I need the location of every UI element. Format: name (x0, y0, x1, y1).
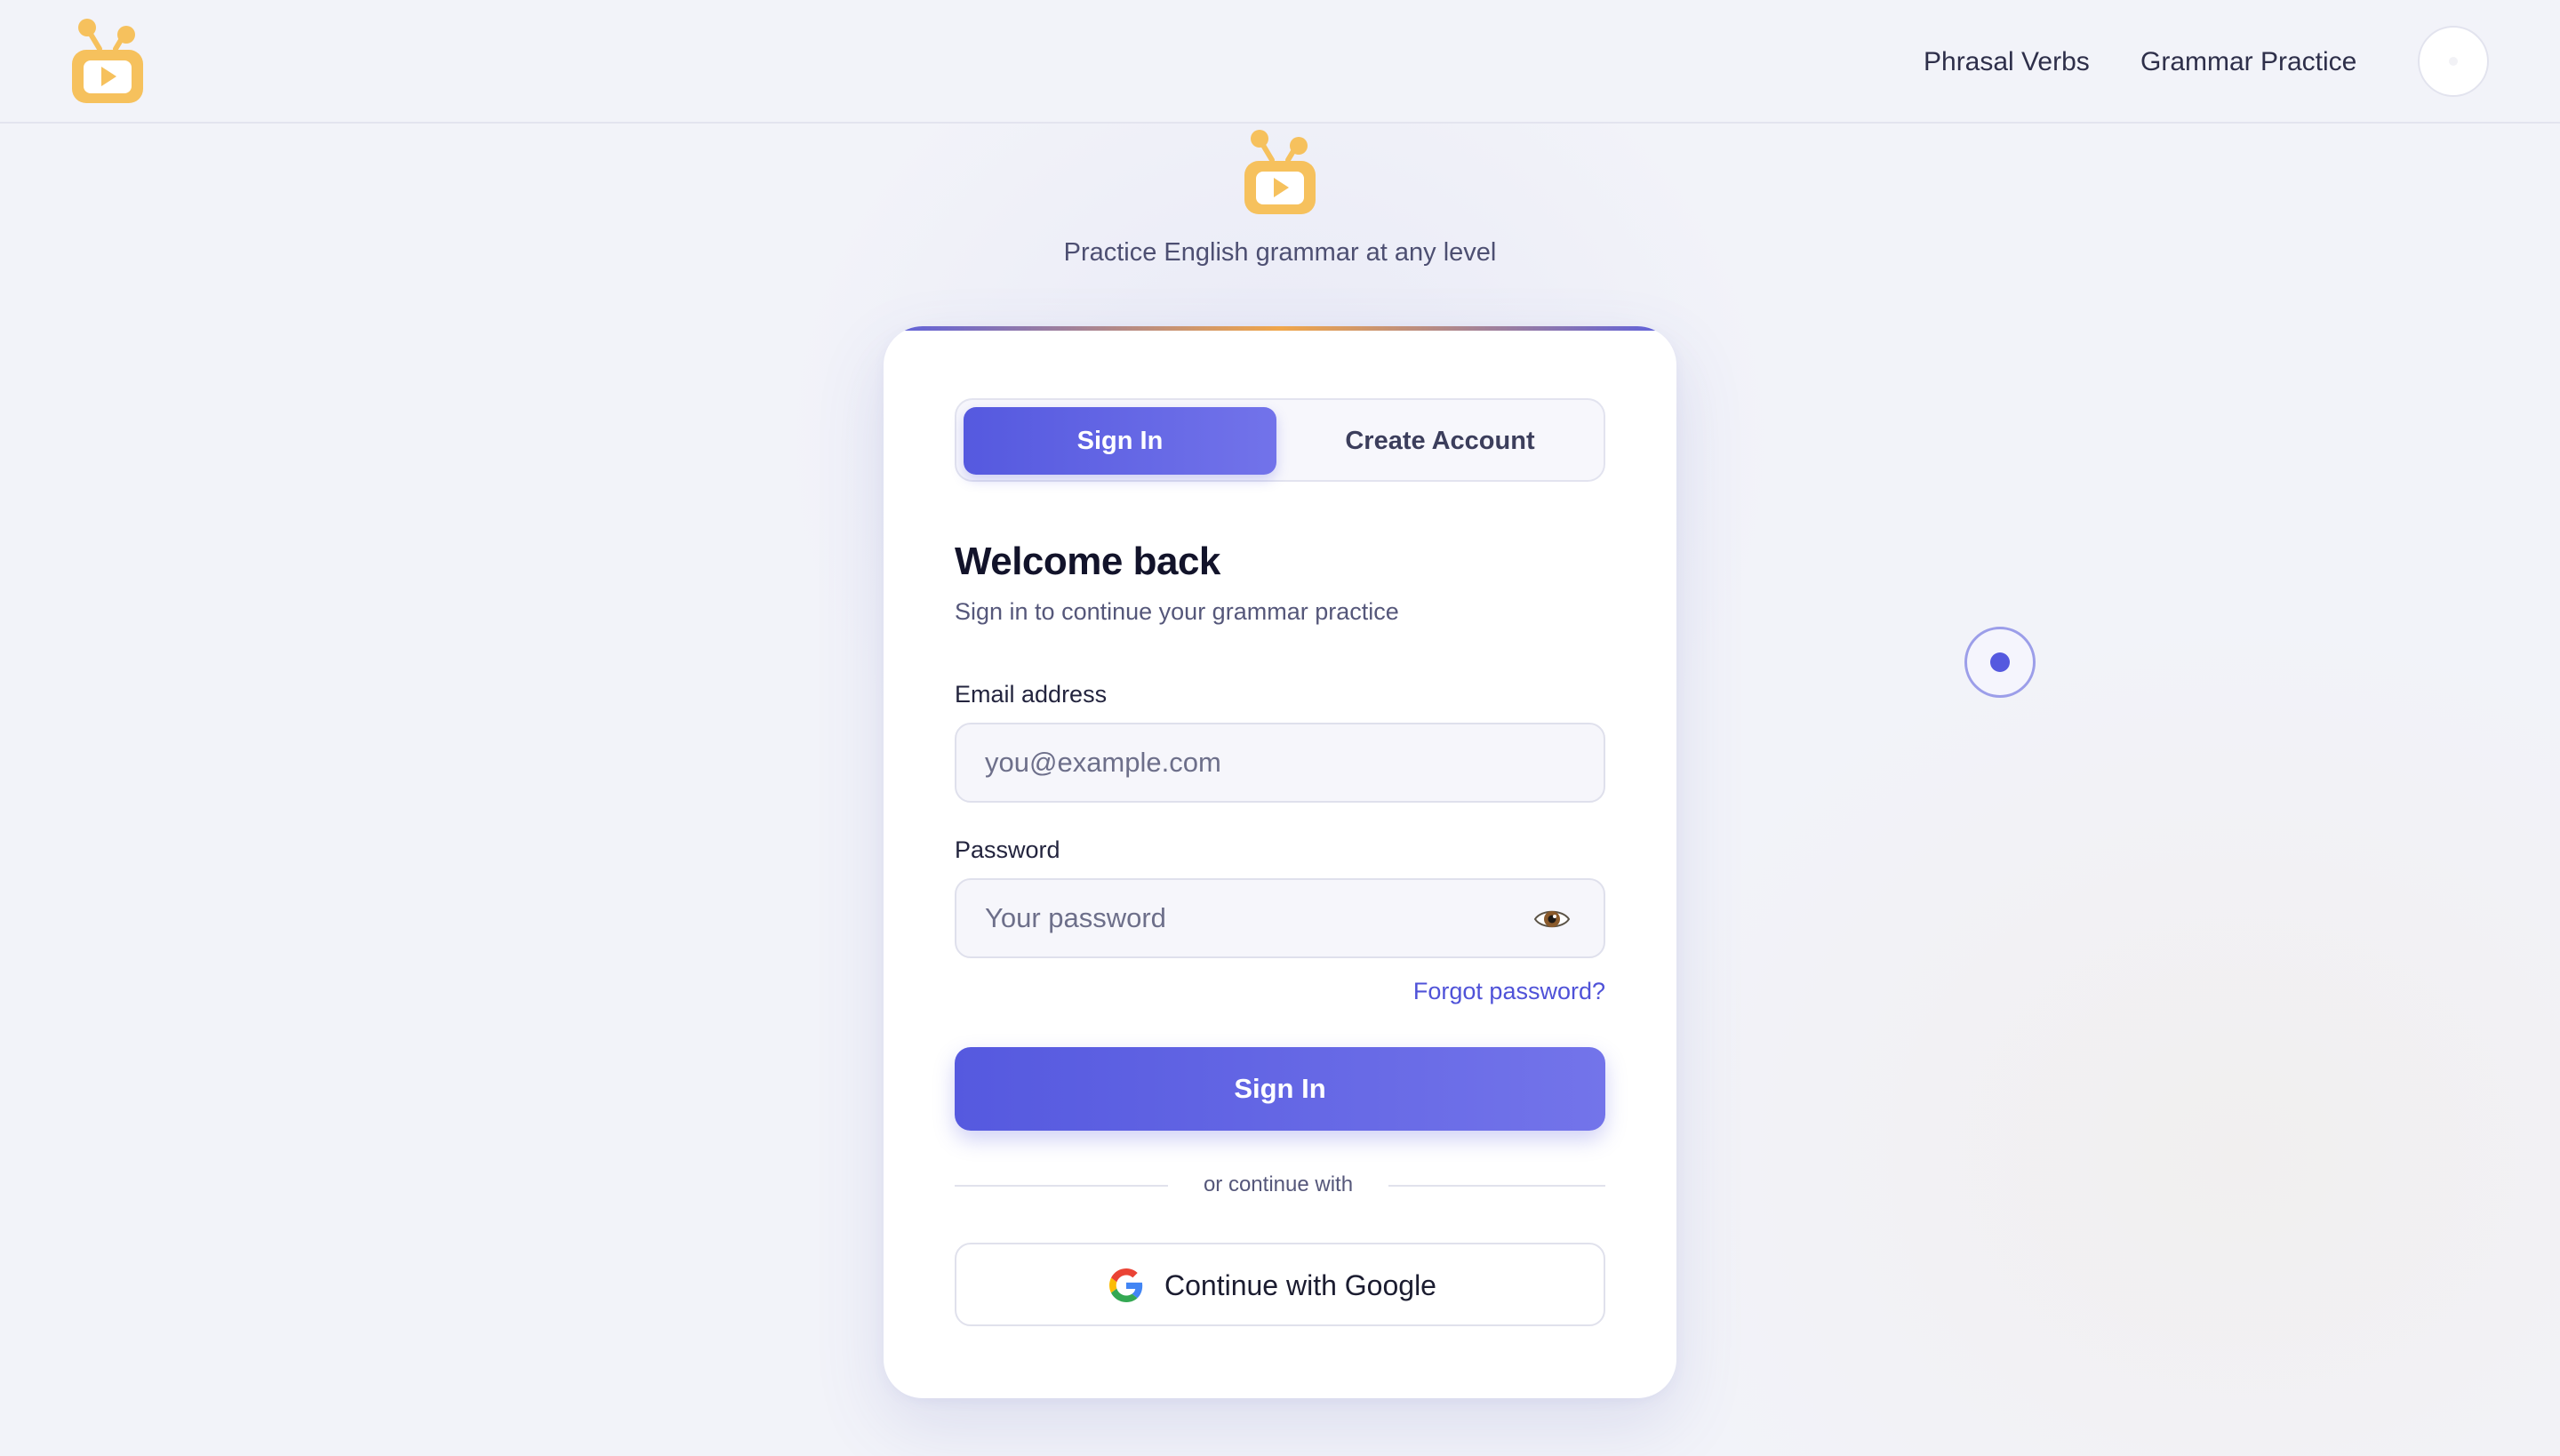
email-field[interactable] (955, 723, 1605, 803)
google-button-label: Continue with Google (1164, 1269, 1436, 1301)
password-field[interactable] (955, 878, 1605, 958)
tv-play-icon[interactable] (70, 18, 145, 105)
eye-icon[interactable] (1532, 900, 1572, 939)
page-subtitle: Sign in to continue your grammar practic… (955, 598, 1399, 625)
google-g-icon (1109, 1268, 1143, 1302)
tv-play-icon (1244, 130, 1316, 214)
auth-tabs: Sign In Create Account (955, 398, 1605, 482)
hero-tagline: Practice English grammar at any level (1063, 238, 1497, 267)
forgot-password-link[interactable]: Forgot password? (1413, 976, 1605, 1006)
divider-line (955, 1185, 1168, 1187)
password-label: Password (955, 836, 1060, 863)
auth-card: Sign In Create Account Welcome back Sign… (884, 326, 1676, 1398)
divider-label: or continue with (1203, 1172, 1354, 1196)
floating-radio-indicator[interactable] (1964, 627, 2036, 698)
card-accent-bar (884, 326, 1676, 331)
user-avatar[interactable] (2418, 26, 2489, 97)
nav-link-phrasal-verbs[interactable]: Phrasal Verbs (1924, 46, 2090, 78)
page-title: Welcome back (955, 540, 1220, 583)
sign-in-button[interactable]: Sign In (955, 1047, 1605, 1131)
tab-create-account[interactable]: Create Account (1284, 407, 1596, 475)
google-sign-in-button[interactable]: Continue with Google (955, 1243, 1605, 1326)
nav-link-grammar-practice[interactable]: Grammar Practice (2140, 46, 2356, 78)
email-label: Email address (955, 681, 1108, 708)
divider-line (1388, 1185, 1605, 1187)
top-nav-bar: Phrasal Verbs Grammar Practice (0, 0, 2560, 124)
tab-sign-in[interactable]: Sign In (964, 407, 1276, 475)
